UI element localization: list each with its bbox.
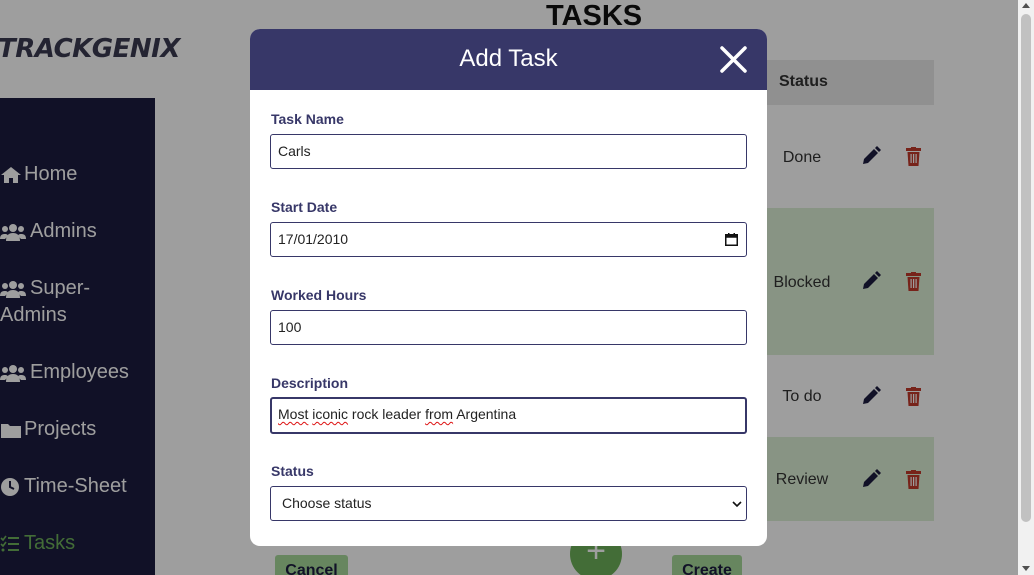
description-text: rock leader <box>348 406 426 422</box>
calendar-icon[interactable] <box>725 233 738 246</box>
misspelled-word: iconic <box>312 406 349 422</box>
status-select[interactable]: Choose status <box>270 486 747 521</box>
task-name-input[interactable]: Carls <box>270 134 747 169</box>
scrollbar-thumb[interactable] <box>1021 14 1031 522</box>
worked-hours-label: Worked Hours <box>271 287 367 303</box>
chevron-down-icon <box>732 501 742 508</box>
scroll-down-arrow-icon[interactable] <box>1022 566 1030 571</box>
start-date-value: 17/01/2010 <box>278 231 349 247</box>
add-task-modal: Add Task Task Name Carls Start Date 17/0… <box>250 29 767 546</box>
description-text: Argentina <box>453 406 517 422</box>
scroll-up-arrow-icon[interactable] <box>1022 3 1030 8</box>
misspelled-word: Most <box>278 406 309 422</box>
modal-header: Add Task <box>250 29 767 90</box>
description-input[interactable]: Most iconic rock leader from Argentina <box>270 397 747 434</box>
modal-title: Add Task <box>459 45 558 72</box>
status-select-value: Choose status <box>282 495 372 511</box>
start-date-input[interactable]: 17/01/2010 <box>270 222 747 257</box>
task-name-label: Task Name <box>271 111 344 127</box>
status-label: Status <box>271 463 314 479</box>
description-label: Description <box>271 375 349 391</box>
worked-hours-input[interactable]: 100 <box>270 310 747 345</box>
close-icon[interactable] <box>719 45 748 74</box>
start-date-label: Start Date <box>271 199 338 215</box>
misspelled-word: from <box>425 406 454 422</box>
